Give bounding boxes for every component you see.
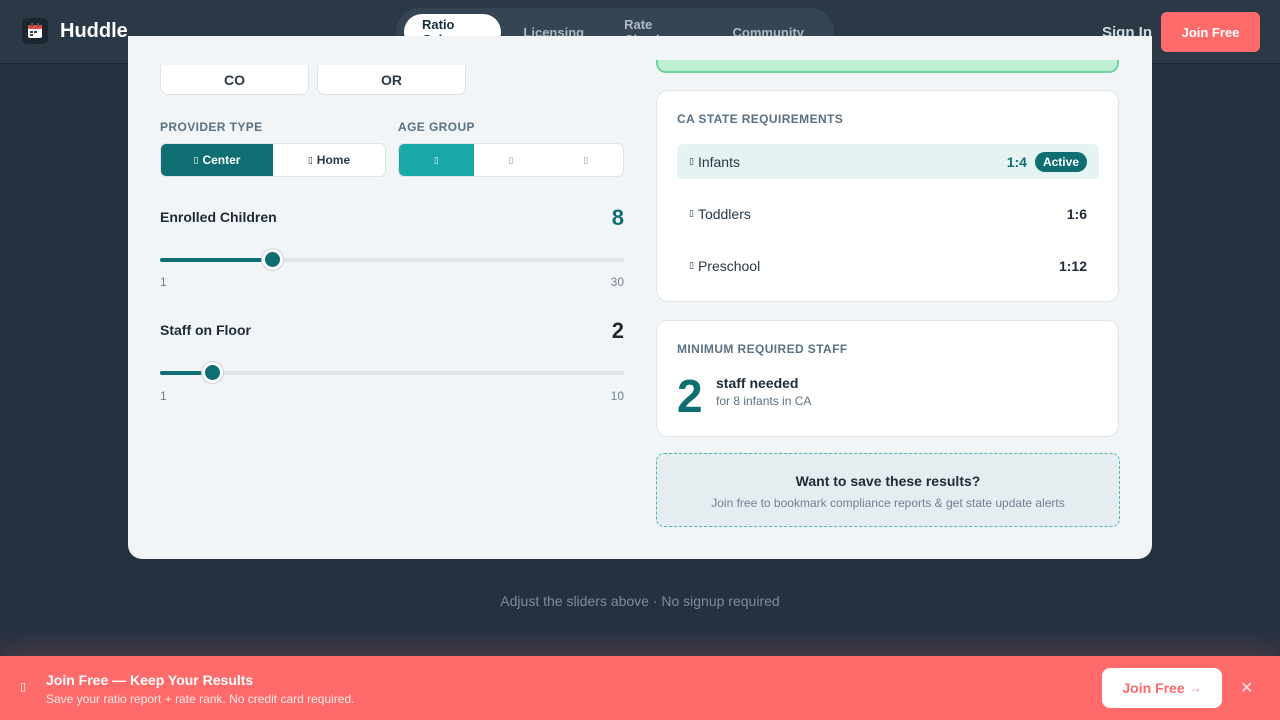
provider-type-toggle: ▯ Center ▯ Home bbox=[160, 143, 386, 177]
staff-on-floor-label: Staff on Floor bbox=[160, 322, 251, 338]
compliance-status-banner bbox=[656, 60, 1119, 73]
toddler-icon: ▯ bbox=[689, 208, 694, 218]
slider-hint: Adjust the sliders above · No signup req… bbox=[500, 593, 780, 609]
requirement-name: Infants bbox=[697, 153, 740, 170]
join-free-button[interactable]: Join Free bbox=[1161, 12, 1260, 52]
brand-name: Huddle bbox=[60, 19, 128, 42]
staff-needed-label: staff needed bbox=[716, 375, 799, 391]
staff-needed-detail: for 8 infants in CA bbox=[716, 394, 812, 408]
state-button-or[interactable]: OR bbox=[317, 65, 466, 95]
banner-join-label: Join Free bbox=[1122, 680, 1185, 696]
enrolled-max-label: 30 bbox=[610, 275, 624, 289]
staff-max-label: 10 bbox=[610, 389, 624, 403]
requirement-ratio: 1:6 bbox=[1066, 205, 1087, 222]
state-button-co[interactable]: CO bbox=[160, 65, 309, 95]
provider-type-label: PROVIDER TYPE bbox=[160, 120, 263, 134]
age-group-toggle: ▯ ▯ ▯ bbox=[398, 143, 624, 177]
minimum-staff-panel: MINIMUM REQUIRED STAFF 2 staff needed fo… bbox=[656, 320, 1119, 437]
building-icon: ▯ bbox=[193, 154, 199, 165]
bookmark-icon: ▯ bbox=[20, 681, 27, 693]
minimum-staff-count: 2 bbox=[677, 370, 703, 422]
staff-slider-thumb[interactable] bbox=[201, 362, 223, 383]
requirement-row-preschool[interactable]: ▯ Preschool 1:12 bbox=[677, 248, 1099, 283]
banner-join-button[interactable]: Join Free → bbox=[1102, 668, 1222, 708]
arrow-right-icon: → bbox=[1189, 681, 1202, 695]
banner-subtitle: Save your ratio report + rate rank. No c… bbox=[46, 692, 355, 706]
provider-center-label: Center bbox=[202, 153, 241, 167]
provider-home-option[interactable]: ▯ Home bbox=[273, 144, 385, 176]
staff-on-floor-slider[interactable] bbox=[160, 362, 624, 383]
close-icon[interactable]: ✕ bbox=[1240, 678, 1253, 698]
infant-icon: ▯ bbox=[689, 156, 694, 166]
requirement-ratio: 1:4 bbox=[1006, 153, 1027, 170]
requirement-row-toddlers[interactable]: ▯ Toddlers 1:6 bbox=[677, 196, 1099, 231]
provider-home-label: Home bbox=[316, 153, 351, 167]
join-banner: ▯ Join Free — Keep Your Results Save you… bbox=[0, 656, 1280, 720]
age-group-option-preschool[interactable]: ▯ bbox=[548, 144, 623, 176]
staff-on-floor-value: 2 bbox=[611, 318, 624, 343]
requirement-name: Toddlers bbox=[697, 205, 751, 222]
active-badge: Active bbox=[1034, 151, 1087, 172]
save-results-subtitle: Join free to bookmark compliance reports… bbox=[711, 496, 1065, 510]
age-group-option-infants[interactable]: ▯ bbox=[399, 144, 474, 176]
home-icon: ▯ bbox=[307, 154, 313, 165]
save-results-promo[interactable]: Want to save these results? Join free to… bbox=[656, 453, 1120, 527]
infant-icon: ▯ bbox=[433, 154, 439, 165]
toddler-icon: ▯ bbox=[508, 154, 514, 165]
staff-min-label: 1 bbox=[160, 389, 167, 403]
preschool-icon: ▯ bbox=[689, 260, 694, 270]
state-requirements-title: CA STATE REQUIREMENTS bbox=[677, 112, 844, 126]
age-group-label: AGE GROUP bbox=[398, 120, 475, 134]
minimum-staff-title: MINIMUM REQUIRED STAFF bbox=[677, 342, 848, 356]
provider-center-option[interactable]: ▯ Center bbox=[161, 144, 273, 176]
state-requirements-panel: CA STATE REQUIREMENTS ▯ Infants 1:4 Acti… bbox=[656, 90, 1119, 302]
enrolled-min-label: 1 bbox=[160, 275, 167, 289]
requirement-row-infants[interactable]: ▯ Infants 1:4 Active bbox=[677, 144, 1099, 179]
enrolled-children-slider[interactable] bbox=[160, 249, 624, 270]
requirement-name: Preschool bbox=[697, 257, 761, 274]
enrolled-slider-thumb[interactable] bbox=[262, 249, 283, 270]
age-group-option-toddlers[interactable]: ▯ bbox=[474, 144, 549, 176]
requirement-ratio: 1:12 bbox=[1058, 257, 1087, 274]
save-results-title: Want to save these results? bbox=[795, 473, 981, 489]
enrolled-children-value: 8 bbox=[611, 205, 624, 230]
calendar-icon bbox=[22, 18, 48, 44]
banner-title: Join Free — Keep Your Results bbox=[46, 672, 254, 688]
enrolled-slider-fill bbox=[160, 258, 272, 262]
brand[interactable]: Huddle bbox=[22, 18, 128, 44]
enrolled-children-label: Enrolled Children bbox=[160, 209, 277, 225]
preschool-icon: ▯ bbox=[583, 154, 589, 165]
